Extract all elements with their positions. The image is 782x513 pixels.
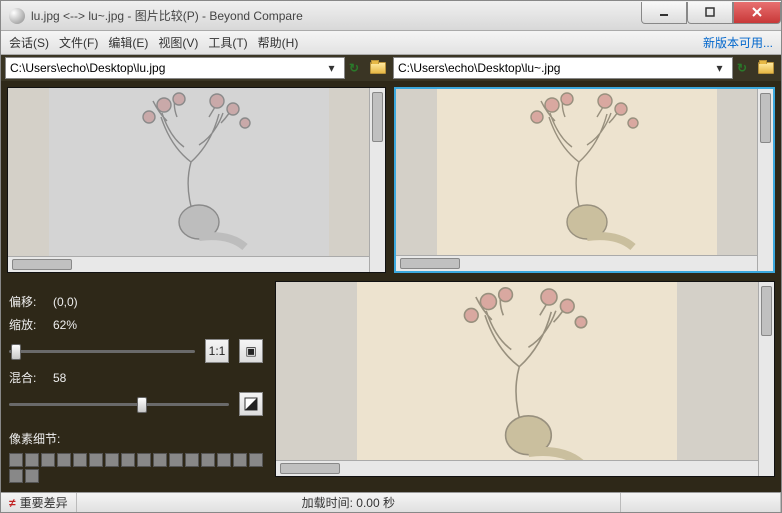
left-v-scrollbar[interactable] [369,88,385,272]
reload-icon [737,61,751,75]
pixel-swatch [169,453,183,467]
pixel-swatch [121,453,135,467]
right-path-dropdown-icon[interactable]: ▾ [711,57,728,79]
zoom-value: 62% [53,318,77,332]
zoom-actual-button[interactable]: 1:1 [205,339,229,363]
right-image-panel[interactable] [394,87,775,273]
compare-panes [1,81,781,281]
status-spacer [621,493,781,512]
menu-file[interactable]: 文件(F) [59,34,98,51]
left-path-field[interactable]: ▾ [5,57,345,79]
status-diff: ≠重要差异 [1,493,77,512]
status-load-time: 加载时间: 0.00 秒 [77,493,621,512]
folder-icon [758,62,774,74]
one-to-one-icon: 1:1 [209,344,226,358]
contrast-icon [244,397,258,411]
not-equal-icon: ≠ [9,496,16,510]
pixel-detail-label: 像素细节: [9,430,60,447]
pixel-swatch [105,453,119,467]
blend-image-content [357,282,677,460]
folder-icon [370,62,386,74]
preview-h-scrollbar[interactable] [276,460,758,476]
offset-label: 偏移: [9,293,43,310]
blend-mode-button[interactable] [239,392,263,416]
pixel-swatch [185,453,199,467]
status-bar: ≠重要差异 加载时间: 0.00 秒 [1,492,781,512]
left-image-panel[interactable] [7,87,386,273]
left-path-dropdown-icon[interactable]: ▾ [323,57,340,79]
maximize-button[interactable] [687,2,733,24]
pixel-swatches [9,453,263,483]
left-h-scrollbar[interactable] [8,256,369,272]
right-reload-button[interactable] [735,57,753,79]
window-title: lu.jpg <--> lu~.jpg - 图片比较(P) - Beyond C… [31,7,641,24]
preview-v-scrollbar[interactable] [758,282,774,476]
update-available-link[interactable]: 新版本可用... [703,34,773,51]
pixel-swatch [9,453,23,467]
right-image-content [437,89,717,255]
menu-edit[interactable]: 编辑(E) [108,34,148,51]
close-button[interactable] [733,2,781,24]
menu-bar: 会话(S) 文件(F) 编辑(E) 视图(V) 工具(T) 帮助(H) 新版本可… [1,31,781,55]
left-path-input[interactable] [10,61,323,75]
app-icon [9,8,25,24]
pixel-swatch [41,453,55,467]
pixel-swatch [249,453,263,467]
left-image-content [49,88,329,256]
blend-preview-canvas[interactable] [276,282,758,460]
blend-value: 58 [53,371,66,385]
right-h-scrollbar[interactable] [396,255,757,271]
pixel-swatch [73,453,87,467]
right-path-field[interactable]: ▾ [393,57,733,79]
offset-value: (0,0) [53,295,78,309]
zoom-label: 缩放: [9,316,43,333]
blend-preview-panel[interactable] [275,281,775,477]
pixel-swatch [201,453,215,467]
pixel-swatch [25,469,39,483]
zoom-slider[interactable] [9,341,195,361]
blend-label: 混合: [9,369,43,386]
pixel-swatch [9,469,23,483]
reload-icon [349,61,363,75]
right-image-canvas[interactable] [396,89,757,255]
lower-area: 偏移: (0,0) 缩放: 62% 1:1 ▣ 混合: 58 像素细节: [1,281,781,481]
pixel-swatch [217,453,231,467]
menu-help[interactable]: 帮助(H) [258,34,299,51]
left-image-canvas[interactable] [8,88,369,256]
path-toolbar: ▾ ▾ [1,55,781,81]
menu-view[interactable]: 视图(V) [158,34,198,51]
blend-slider[interactable] [9,394,229,414]
fit-icon: ▣ [245,344,256,358]
zoom-fit-button[interactable]: ▣ [239,339,263,363]
right-browse-button[interactable] [755,57,777,79]
pixel-swatch [25,453,39,467]
left-reload-button[interactable] [347,57,365,79]
right-path-input[interactable] [398,61,711,75]
pixel-swatch [89,453,103,467]
menu-tools[interactable]: 工具(T) [208,34,247,51]
title-bar: lu.jpg <--> lu~.jpg - 图片比较(P) - Beyond C… [1,1,781,31]
right-v-scrollbar[interactable] [757,89,773,271]
left-browse-button[interactable] [367,57,389,79]
pixel-swatch [57,453,71,467]
pixel-swatch [233,453,247,467]
pixel-swatch [153,453,167,467]
controls-panel: 偏移: (0,0) 缩放: 62% 1:1 ▣ 混合: 58 像素细节: [7,281,265,477]
pixel-swatch [137,453,151,467]
menu-session[interactable]: 会话(S) [9,34,49,51]
minimize-button[interactable] [641,2,687,24]
